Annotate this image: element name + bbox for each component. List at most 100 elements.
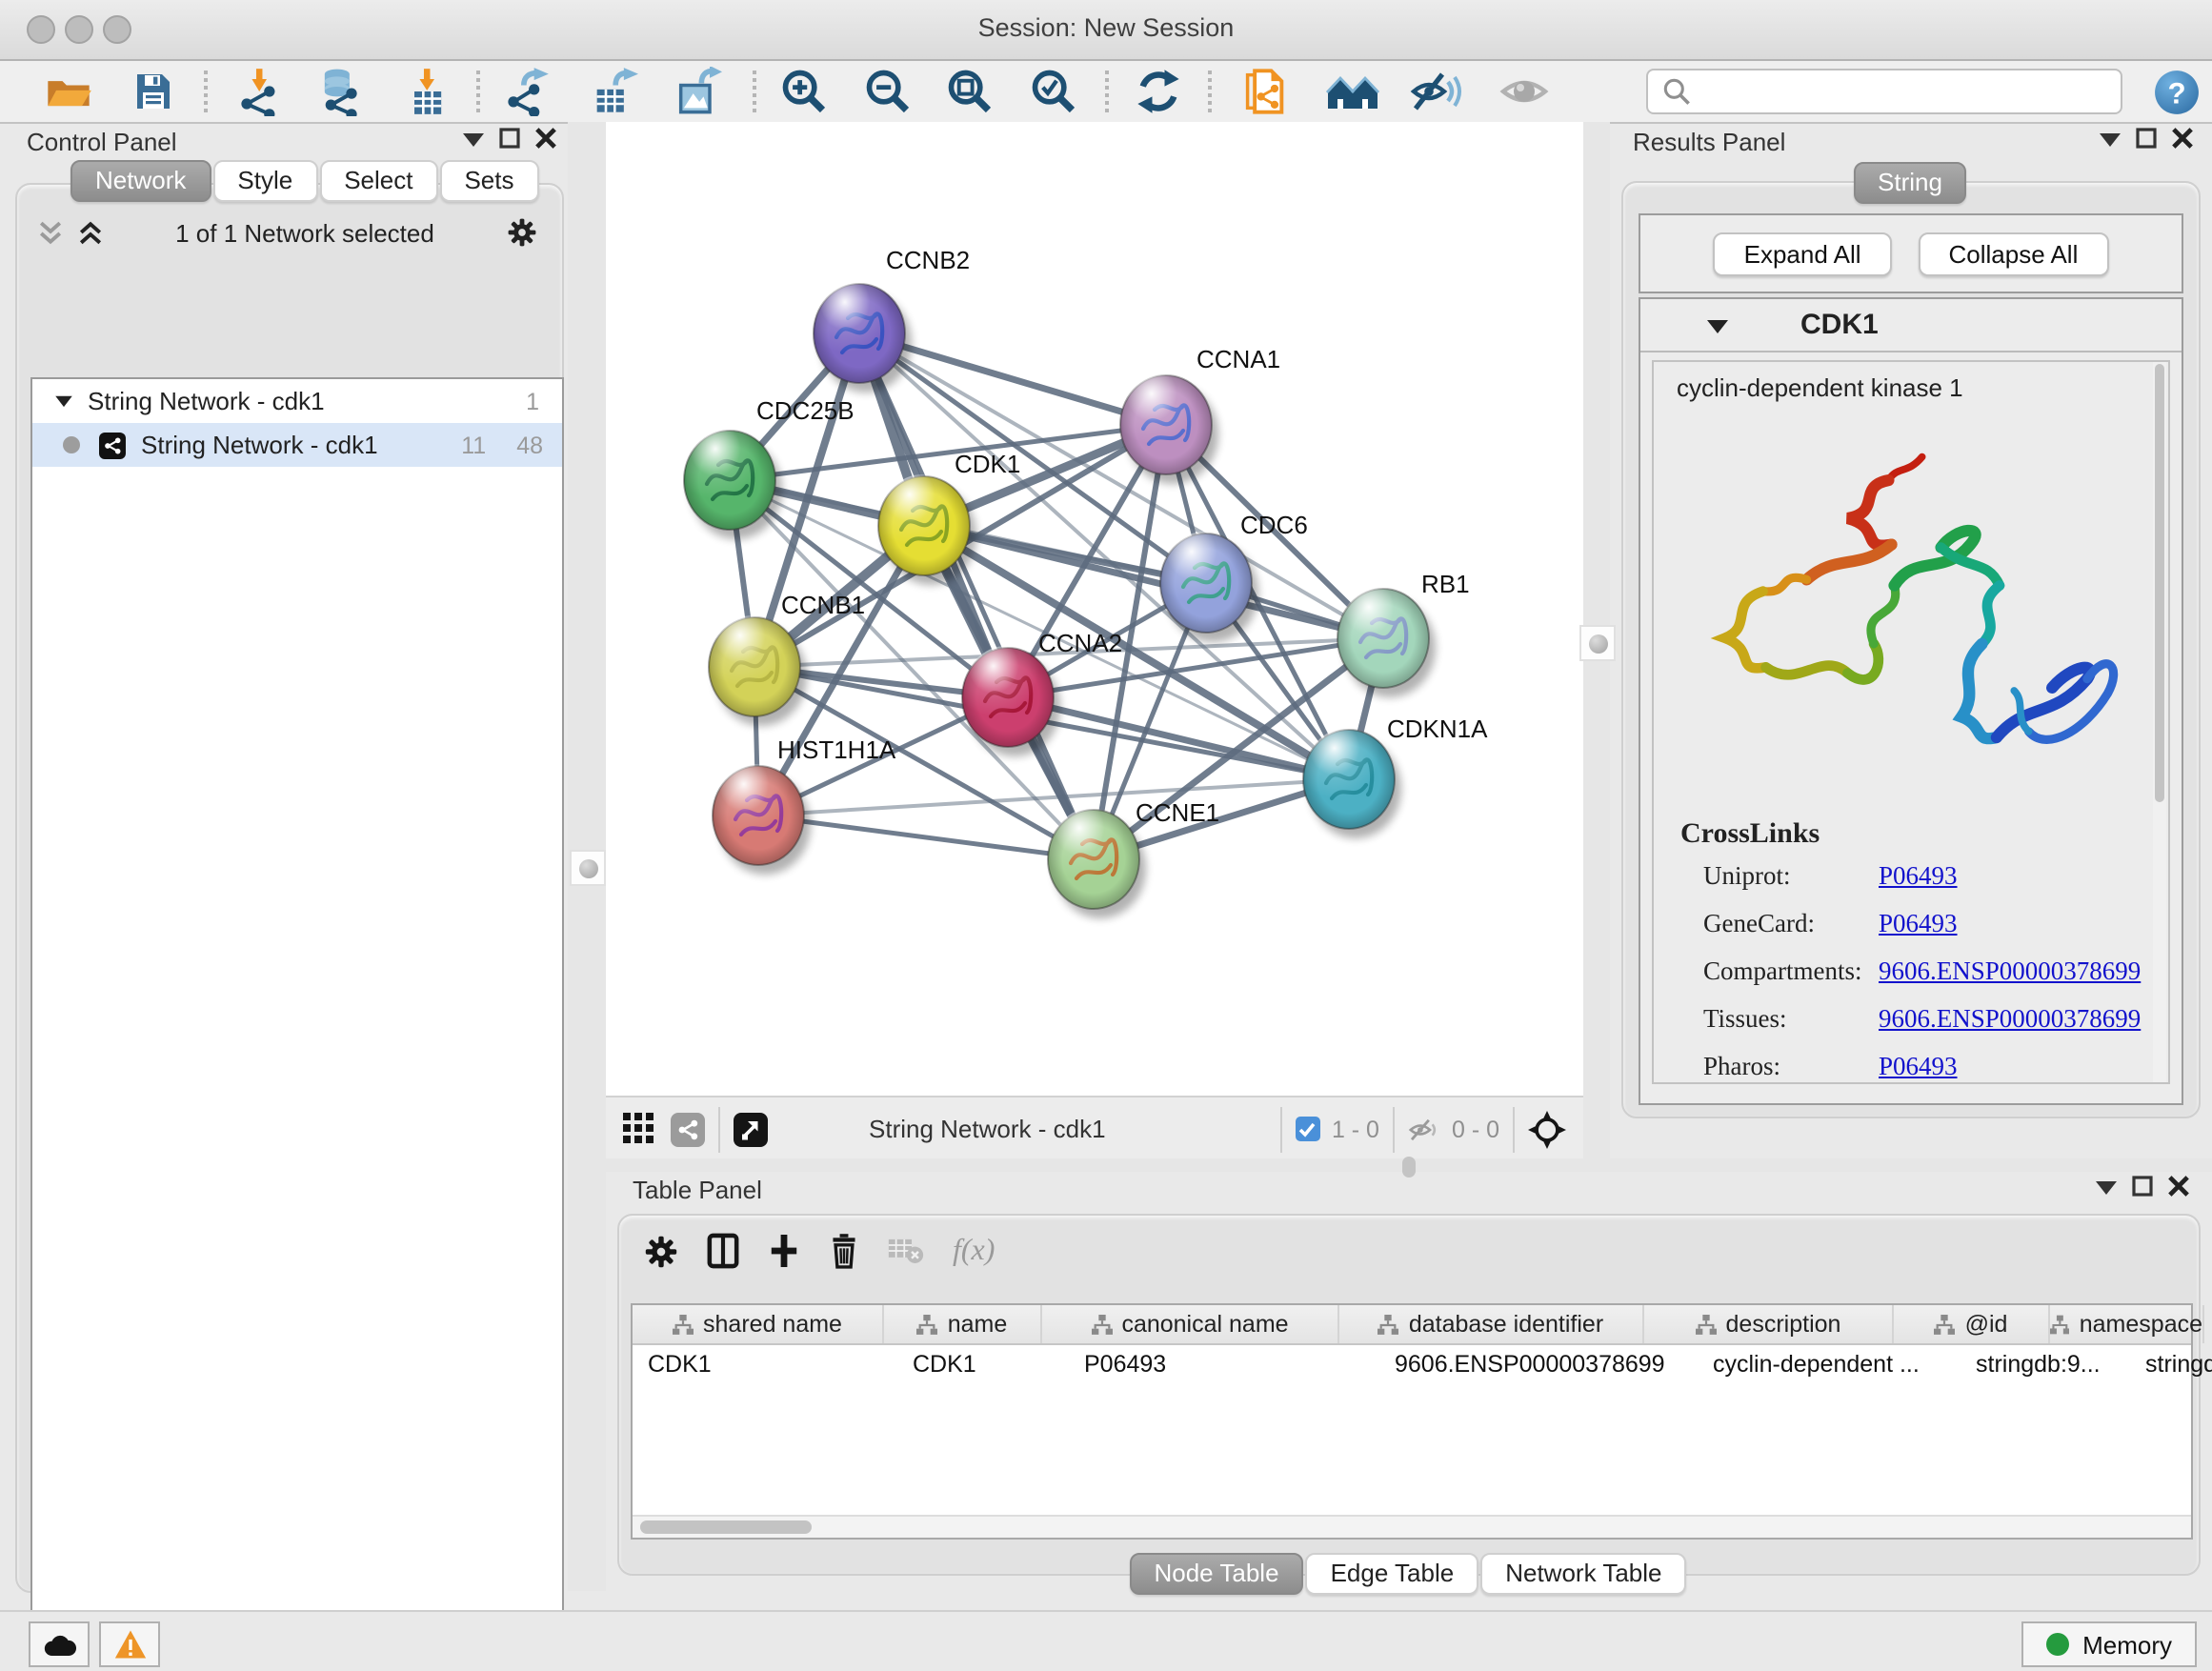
collapse-all-networks-icon[interactable] [78, 220, 103, 245]
share-document-button[interactable] [1238, 67, 1292, 116]
network-collection-row[interactable]: String Network - cdk1 1 [32, 379, 562, 423]
column-header-shared-name[interactable]: shared name [633, 1305, 884, 1343]
string-view-icon[interactable] [671, 1112, 705, 1146]
column-header-@id[interactable]: @id [1894, 1305, 2050, 1343]
panel-float-icon[interactable] [499, 128, 520, 149]
table-gear-icon[interactable] [644, 1234, 678, 1268]
graphics-details-button[interactable] [1410, 67, 1463, 116]
birdseye-toggle-icon[interactable] [734, 1112, 768, 1146]
apply-layout-button[interactable] [1132, 67, 1185, 116]
delete-column-icon[interactable] [829, 1233, 859, 1269]
entry-header[interactable]: CDK1 [1640, 299, 2182, 352]
panel-collapse-icon[interactable] [463, 131, 484, 146]
node-CCNE1[interactable]: CCNE1 [1048, 798, 1219, 918]
search-input[interactable] [1701, 76, 2121, 107]
network-row[interactable]: String Network - cdk1 11 48 [32, 423, 562, 467]
node-CCNB2[interactable]: CCNB2 [814, 246, 970, 393]
network-options-gear-icon[interactable] [507, 217, 537, 248]
table-cell[interactable]: 9606.ENSP00000378699 [1379, 1345, 1698, 1383]
expand-all-button[interactable]: Expand All [1714, 232, 1892, 275]
search-icon [1659, 74, 1694, 109]
column-header-database-identifier[interactable]: database identifier [1339, 1305, 1644, 1343]
warnings-button[interactable] [99, 1621, 160, 1667]
import-network-file-button[interactable] [232, 67, 286, 116]
tab-sets[interactable]: Sets [439, 160, 538, 202]
panel-close-icon[interactable] [535, 128, 556, 149]
crosslink-link[interactable]: P06493 [1879, 861, 1958, 892]
panel-collapse-icon[interactable] [2100, 131, 2121, 146]
left-splitter-handle[interactable] [570, 850, 606, 886]
table-row[interactable]: CDK1CDK1P064939606.ENSP00000378699cyclin… [633, 1345, 2191, 1383]
grid-view-icon[interactable] [623, 1113, 655, 1145]
node-CCNB1[interactable]: CCNB1 [709, 591, 865, 726]
crosslink-link[interactable]: P06493 [1879, 909, 1958, 939]
node-CDK1[interactable]: CDK1 [878, 450, 1020, 585]
table-cell[interactable]: CDK1 [897, 1345, 1069, 1383]
import-network-database-button[interactable] [312, 67, 366, 116]
node-CCNA1[interactable]: CCNA1 [1120, 345, 1280, 484]
save-session-button[interactable] [126, 67, 179, 116]
help-button[interactable]: ? [2149, 67, 2202, 116]
table-cell[interactable]: P06493 [1069, 1345, 1379, 1383]
crosslink-link[interactable]: 9606.ENSP00000378699 [1879, 1004, 2141, 1035]
node-HIST1H1A[interactable]: HIST1H1A [713, 735, 896, 875]
tab-edge-table[interactable]: Edge Table [1306, 1553, 1479, 1595]
zoom-selected-button[interactable] [1027, 67, 1080, 116]
collapse-all-button[interactable]: Collapse All [1919, 232, 2109, 275]
delete-table-icon[interactable] [888, 1237, 924, 1265]
memory-button[interactable]: Memory [2021, 1621, 2197, 1667]
table-cell[interactable]: cyclin-dependent ... [1698, 1345, 1961, 1383]
cloud-status-button[interactable] [29, 1621, 90, 1667]
panel-close-icon[interactable] [2172, 128, 2193, 149]
table-cell[interactable]: stringdb:9... [1961, 1345, 2130, 1383]
panel-close-icon[interactable] [2168, 1176, 2189, 1197]
zoom-out-button[interactable] [861, 67, 915, 116]
tab-node-table[interactable]: Node Table [1129, 1553, 1303, 1595]
node-CDC6[interactable]: CDC6 [1160, 511, 1308, 642]
zoom-fit-button[interactable] [943, 67, 996, 116]
column-header-name[interactable]: name [884, 1305, 1042, 1343]
tab-string[interactable]: String [1853, 162, 1967, 204]
function-builder-icon[interactable]: f(x) [953, 1234, 995, 1268]
show-columns-icon[interactable] [707, 1233, 739, 1269]
selected-nodes-checkbox[interactable] [1296, 1117, 1320, 1141]
zoom-in-button[interactable] [777, 67, 831, 116]
panel-collapse-icon[interactable] [2096, 1178, 2117, 1194]
collection-expanded-icon[interactable] [55, 394, 72, 408]
column-header-namespace[interactable]: namespace [2050, 1305, 2204, 1343]
table-cell[interactable]: stringdb [2130, 1345, 2212, 1383]
entry-expanded-icon[interactable] [1707, 317, 1728, 332]
crosslink-link[interactable]: 9606.ENSP00000378699 [1879, 956, 2141, 987]
export-table-button[interactable] [587, 67, 640, 116]
table-cell[interactable]: CDK1 [633, 1345, 897, 1383]
node-RB1[interactable]: RB1 [1337, 570, 1470, 697]
right-splitter[interactable] [1583, 122, 1610, 1158]
tab-style[interactable]: Style [212, 160, 317, 202]
column-header-canonical-name[interactable]: canonical name [1042, 1305, 1339, 1343]
edge-CCNB2-CCNE1[interactable] [859, 333, 1094, 859]
export-network-button[interactable] [499, 67, 553, 116]
tab-network-table[interactable]: Network Table [1480, 1553, 1686, 1595]
node-CDKN1A[interactable]: CDKN1A [1303, 715, 1488, 838]
results-scrollbar[interactable] [2153, 362, 2166, 1082]
expand-all-networks-icon[interactable] [38, 220, 63, 245]
birdseye-view-button[interactable] [1326, 67, 1379, 116]
eye-disabled-button[interactable] [1498, 67, 1551, 116]
table-hscrollbar[interactable] [633, 1515, 2191, 1538]
add-column-icon[interactable] [768, 1235, 800, 1267]
export-image-button[interactable] [671, 67, 724, 116]
table-hscrollbar-thumb[interactable] [640, 1520, 812, 1534]
tab-network[interactable]: Network [70, 160, 211, 202]
import-table-button[interactable] [400, 67, 453, 116]
crosslink-link[interactable]: P06493 [1879, 1052, 1958, 1082]
open-session-button[interactable] [42, 67, 95, 116]
tab-select[interactable]: Select [319, 160, 437, 202]
column-header-description[interactable]: description [1644, 1305, 1894, 1343]
network-canvas[interactable]: CCNB2CCNA1CDC25BCDK1CDC6RB1CCNB1CCNA2CDK… [606, 122, 1583, 1096]
fit-selected-crosshair-icon[interactable] [1528, 1110, 1566, 1148]
panel-float-icon[interactable] [2136, 128, 2157, 149]
left-splitter[interactable] [568, 122, 606, 1591]
panel-float-icon[interactable] [2132, 1176, 2153, 1197]
results-scrollbar-thumb[interactable] [2155, 364, 2164, 802]
bottom-splitter[interactable] [606, 1158, 2212, 1172]
